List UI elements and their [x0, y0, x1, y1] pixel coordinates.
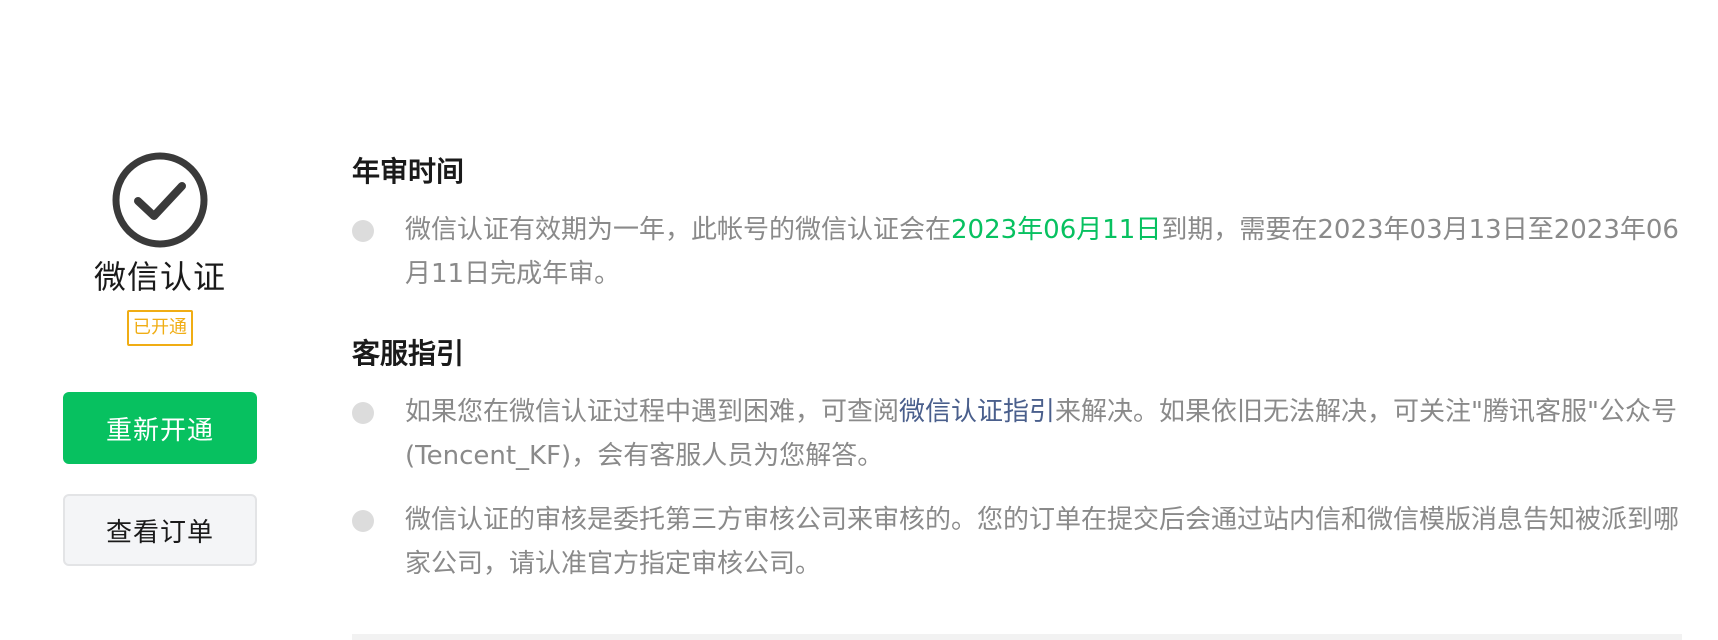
- support-guide-section: 客服指引 如果您在微信认证过程中遇到困难，可查阅微信认证指引来解决。如果依旧无法…: [352, 334, 1682, 586]
- support-item1-text-before: 如果您在微信认证过程中遇到困难，可查阅: [405, 397, 900, 427]
- details-panel: 年审时间 微信认证有效期为一年，此帐号的微信认证会在2023年06月11日到期，…: [352, 152, 1682, 586]
- bullet-dot-icon: [352, 510, 374, 532]
- support-guide-title: 客服指引: [352, 337, 465, 370]
- status-title: 微信认证: [93, 258, 226, 296]
- list-item: 如果您在微信认证过程中遇到困难，可查阅微信认证指引来解决。如果依旧无法解决，可关…: [352, 390, 1682, 478]
- annual-review-title: 年审时间: [352, 155, 465, 188]
- annual-review-list: 微信认证有效期为一年，此帐号的微信认证会在2023年06月11日到期，需要在20…: [352, 208, 1682, 296]
- support-guide-list: 如果您在微信认证过程中遇到困难，可查阅微信认证指引来解决。如果依旧无法解决，可关…: [352, 390, 1682, 586]
- expiry-date: 2023年06月11日: [951, 215, 1162, 245]
- certification-status-panel: 微信认证 已开通 重新开通 查看订单: [40, 150, 280, 567]
- support-item2-text: 微信认证的审核是委托第三方审核公司来审核的。您的订单在提交后会通过站内信和微信模…: [405, 505, 1680, 579]
- check-circle-icon: [112, 152, 208, 248]
- annual-review-section: 年审时间 微信认证有效期为一年，此帐号的微信认证会在2023年06月11日到期，…: [352, 152, 1682, 296]
- bullet-dot-icon: [352, 402, 374, 424]
- list-item: 微信认证有效期为一年，此帐号的微信认证会在2023年06月11日到期，需要在20…: [352, 208, 1682, 296]
- certification-guide-link[interactable]: 微信认证指引: [899, 397, 1055, 427]
- bullet-dot-icon: [352, 220, 374, 242]
- status-badge: 已开通: [127, 310, 193, 347]
- view-orders-button[interactable]: 查看订单: [63, 494, 257, 567]
- list-item: 微信认证的审核是委托第三方审核公司来审核的。您的订单在提交后会通过站内信和微信模…: [352, 498, 1682, 586]
- renew-button[interactable]: 重新开通: [63, 392, 257, 465]
- annual-review-text-before: 微信认证有效期为一年，此帐号的微信认证会在: [405, 215, 952, 245]
- bottom-divider: [352, 634, 1682, 640]
